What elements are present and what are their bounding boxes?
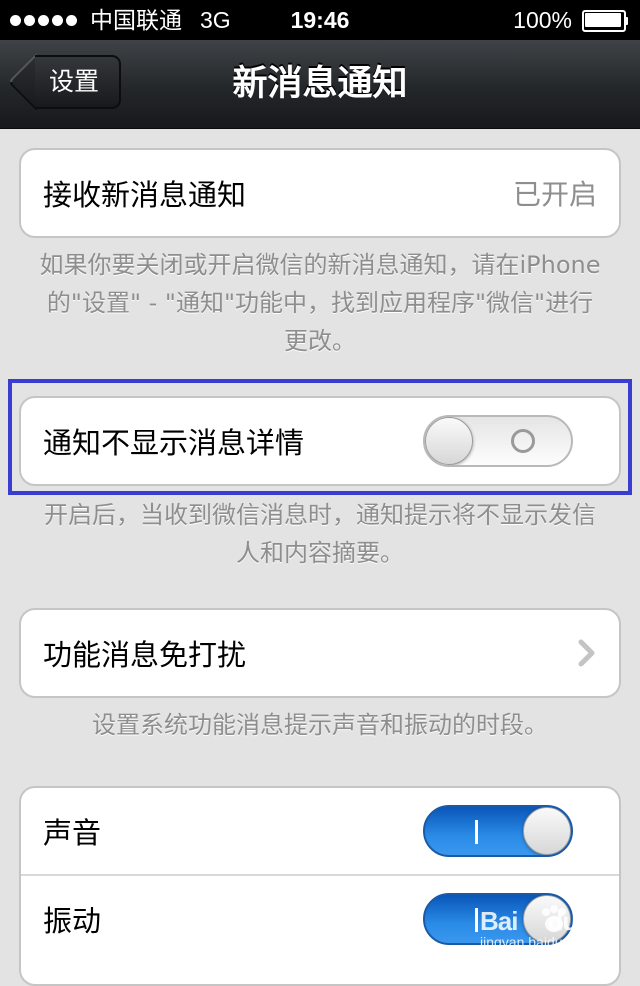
battery-percentage: 100% [513, 7, 572, 33]
hide-details-label: 通知不显示消息详情 [43, 426, 305, 460]
receive-notifications-label: 接收新消息通知 [43, 178, 247, 212]
do-not-disturb-label: 功能消息免打扰 [43, 638, 247, 672]
back-button[interactable]: 设置 [7, 53, 122, 111]
hide-details-row: 通知不显示消息详情 [21, 398, 619, 484]
toggle-on-mark-icon [475, 908, 478, 932]
do-not-disturb-row[interactable]: 功能消息免打扰 [21, 610, 619, 696]
navigation-bar: 设置 新消息通知 [0, 40, 640, 129]
sound-vibrate-card: 声音 振动 [19, 786, 621, 986]
hide-details-hint: 开启后，当收到微信消息时，通知提示将不显示发信人和内容摘要。 [44, 501, 596, 567]
chevron-right-icon [578, 639, 595, 667]
paw-logo-icon [542, 905, 566, 932]
toggle-knob [523, 807, 571, 855]
vibrate-label: 振动 [43, 904, 102, 938]
watermark-url: jingyan.baidu.com [480, 934, 593, 950]
sound-row: 声音 [21, 788, 619, 874]
receive-notifications-card: 接收新消息通知 已开启 [19, 148, 621, 238]
toggle-off-mark-icon [511, 429, 535, 453]
toggle-on-mark-icon [475, 820, 478, 844]
status-bar: 中国联通 3G 19:46 100% [0, 0, 640, 40]
receive-notifications-row[interactable]: 接收新消息通知 已开启 [21, 150, 619, 236]
baidu-jingyan-watermark: Bai du 经验 jingyan.baidu.com [480, 904, 630, 950]
sound-toggle[interactable] [423, 805, 573, 857]
page-title: 新消息通知 [232, 64, 408, 104]
toggle-knob [425, 417, 473, 465]
receive-notifications-hint: 如果你要关闭或开启微信的新消息通知，请在iPhone的"设置" - "通知"功能… [39, 251, 601, 355]
hide-details-card: 通知不显示消息详情 [19, 396, 621, 486]
back-button-label: 设置 [35, 55, 122, 109]
sound-label: 声音 [43, 816, 102, 850]
battery-icon [582, 10, 628, 32]
receive-notifications-status: 已开启 [512, 178, 597, 211]
do-not-disturb-card: 功能消息免打扰 [19, 608, 621, 698]
hide-details-toggle[interactable] [423, 415, 573, 467]
do-not-disturb-hint: 设置系统功能消息提示声音和振动的时段。 [92, 711, 548, 739]
